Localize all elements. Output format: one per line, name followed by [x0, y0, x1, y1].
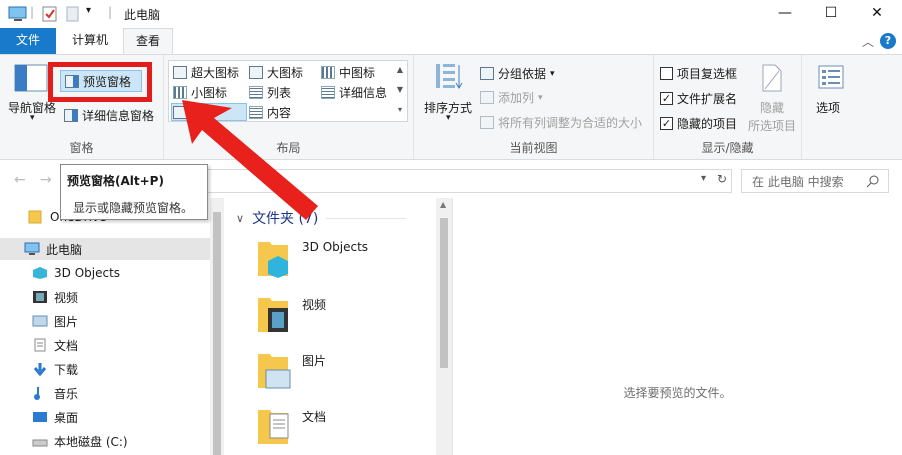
red-arrow-annotation	[182, 100, 318, 220]
